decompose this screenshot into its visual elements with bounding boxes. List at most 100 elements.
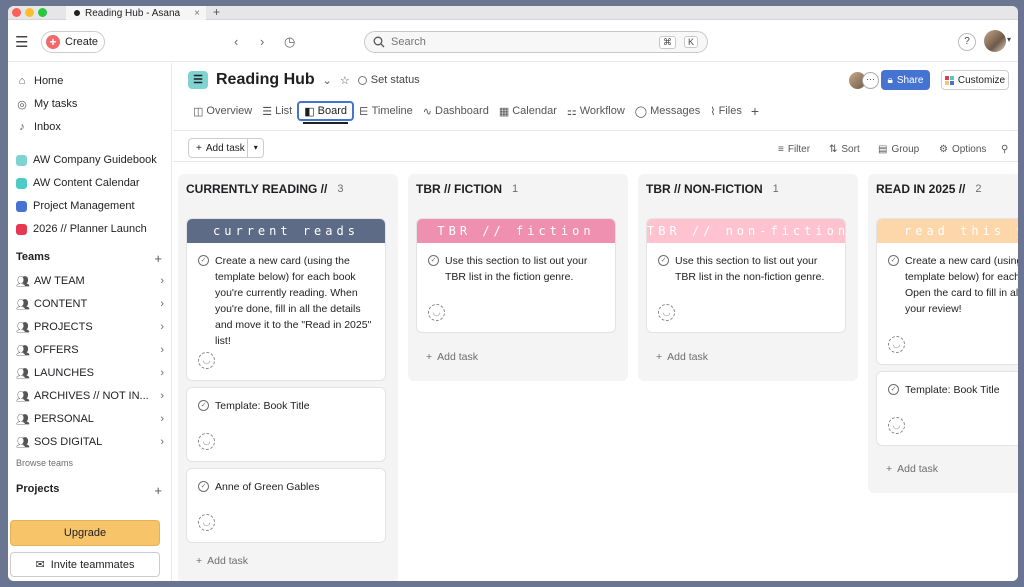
share-button[interactable]: 🔒︎ Share <box>881 70 930 90</box>
task-card[interactable]: read this y ✓ Create a new card (using th… <box>876 218 1018 365</box>
search-input[interactable] <box>391 36 651 48</box>
chevron-right-icon[interactable]: › <box>160 367 164 379</box>
close-tab-icon[interactable]: × <box>194 8 200 19</box>
tab-files[interactable]: ⌇ Files <box>705 101 747 121</box>
hamburger-menu-icon[interactable]: ☰ <box>15 33 28 51</box>
add-project-plus-icon[interactable]: + <box>154 483 162 498</box>
close-window-button[interactable] <box>12 8 21 17</box>
upgrade-button[interactable]: Upgrade <box>10 520 160 546</box>
tab-timeline[interactable]: ⋿ Timeline <box>354 101 418 121</box>
chevron-right-icon[interactable]: › <box>160 390 164 402</box>
sidebar-item-my-tasks[interactable]: ◎ My tasks <box>16 94 164 114</box>
complete-check-icon[interactable]: ✓ <box>658 255 669 266</box>
complete-check-icon[interactable]: ✓ <box>198 481 209 492</box>
sidebar-team-item[interactable]: 👥︎ PERSONAL › <box>16 409 164 429</box>
tab-workflow[interactable]: ⚏ Workflow <box>562 101 630 121</box>
complete-check-icon[interactable]: ✓ <box>198 255 209 266</box>
tab-list[interactable]: ☰ List <box>257 101 297 121</box>
assignee-placeholder-icon[interactable]: ◡ <box>198 514 215 531</box>
assignee-placeholder-icon[interactable]: ◡ <box>198 352 215 369</box>
column-header[interactable]: TBR // NON-FICTION 1 <box>646 173 779 205</box>
add-tab-plus-icon[interactable]: + <box>751 103 759 119</box>
chevron-right-icon[interactable]: › <box>160 321 164 333</box>
chevron-right-icon[interactable]: › <box>160 436 164 448</box>
filter-button[interactable]: ≡ Filter <box>778 144 810 155</box>
column-add-task[interactable]: + Add task <box>886 463 938 475</box>
user-avatar[interactable] <box>984 30 1006 52</box>
chevron-down-icon[interactable]: ▾ <box>1007 35 1011 44</box>
set-status-button[interactable]: Set status <box>357 74 420 86</box>
search-icon[interactable]: ⚲ <box>1001 144 1008 155</box>
sidebar-project-project-management[interactable]: Project Management <box>16 196 164 216</box>
assignee-placeholder-icon[interactable]: ◡ <box>888 417 905 434</box>
sidebar-team-item[interactable]: 👥︎ CONTENT › <box>16 294 164 314</box>
chevron-right-icon[interactable]: › <box>160 298 164 310</box>
sidebar-item-home[interactable]: ⌂ Home <box>16 71 164 91</box>
browse-teams-link[interactable]: Browse teams <box>16 458 73 468</box>
history-clock-icon[interactable]: ◷ <box>284 34 295 50</box>
browser-tab[interactable]: Reading Hub - Asana × <box>66 6 206 20</box>
teams-section-header[interactable]: Teams + <box>16 251 162 266</box>
task-card[interactable]: ✓ Template: Book Title ◡ <box>186 387 386 462</box>
sidebar-team-item[interactable]: 👥︎ AW TEAM › <box>16 271 164 291</box>
tab-overview[interactable]: ◫ Overview <box>188 101 257 121</box>
options-button[interactable]: ⚙ Options <box>939 144 986 155</box>
sidebar-item-inbox[interactable]: ♪ Inbox <box>16 117 164 137</box>
chevron-right-icon[interactable]: › <box>160 275 164 287</box>
task-card[interactable]: ✓ Anne of Green Gables ◡ <box>186 468 386 543</box>
column-add-task[interactable]: + Add task <box>426 351 478 363</box>
task-card[interactable]: ✓ Template: Book Title ◡ <box>876 371 1018 446</box>
assignee-placeholder-icon[interactable]: ◡ <box>888 336 905 353</box>
customize-button[interactable]: Customize <box>941 70 1009 90</box>
add-task-button[interactable]: + Add task ▾ <box>188 138 264 158</box>
column-add-task[interactable]: + Add task <box>656 351 708 363</box>
sidebar-project-aw-company-guidebook[interactable]: AW Company Guidebook <box>16 150 164 170</box>
complete-check-icon[interactable]: ✓ <box>198 400 209 411</box>
sidebar-team-item[interactable]: 👥︎ OFFERS › <box>16 340 164 360</box>
project-title[interactable]: Reading Hub <box>216 71 315 89</box>
assignee-placeholder-icon[interactable]: ◡ <box>658 304 675 321</box>
complete-check-icon[interactable]: ✓ <box>428 255 439 266</box>
create-button[interactable]: + Create <box>41 31 105 53</box>
search-bar[interactable]: ⌘ K <box>364 31 708 53</box>
sidebar-project-aw-content-calendar[interactable]: AW Content Calendar <box>16 173 164 193</box>
sidebar-team-item[interactable]: 👥︎ PROJECTS › <box>16 317 164 337</box>
more-members-icon[interactable]: ··· <box>862 72 879 89</box>
tab-dashboard[interactable]: ∿ Dashboard <box>418 101 494 121</box>
add-task-dropdown-icon[interactable]: ▾ <box>247 139 263 157</box>
column-header[interactable]: READ IN 2025 // 2 <box>876 173 982 205</box>
sidebar-team-item[interactable]: 👥︎ LAUNCHES › <box>16 363 164 383</box>
minimize-window-button[interactable] <box>25 8 34 17</box>
members-avatars[interactable]: ··· <box>849 72 881 90</box>
tab-messages[interactable]: ◯ Messages <box>630 101 705 121</box>
projects-section-header[interactable]: Projects + <box>16 483 162 498</box>
help-button[interactable]: ? <box>958 33 976 51</box>
column-header[interactable]: CURRENTLY READING // 3 <box>186 173 343 205</box>
tab-calendar[interactable]: ▦ Calendar <box>494 101 562 121</box>
project-list-icon[interactable]: ☰ <box>188 71 208 89</box>
column-header[interactable]: TBR // FICTION 1 <box>416 173 518 205</box>
forward-arrow-icon[interactable]: › <box>260 34 264 49</box>
complete-check-icon[interactable]: ✓ <box>888 255 899 266</box>
star-icon[interactable]: ☆ <box>340 74 350 87</box>
sidebar-team-item[interactable]: 👥︎ SOS DIGITAL › <box>16 432 164 452</box>
add-team-plus-icon[interactable]: + <box>154 251 162 266</box>
assignee-placeholder-icon[interactable]: ◡ <box>198 433 215 450</box>
column-add-task[interactable]: + Add task <box>196 555 248 567</box>
group-button[interactable]: ▤ Group <box>878 144 919 155</box>
maximize-window-button[interactable] <box>38 8 47 17</box>
task-card[interactable]: TBR // fiction ✓ Use this section to list… <box>416 218 616 333</box>
tab-board[interactable]: ◧ Board <box>297 101 355 124</box>
task-card[interactable]: current reads ✓ Create a new card (using … <box>186 218 386 381</box>
chevron-right-icon[interactable]: › <box>160 413 164 425</box>
task-card[interactable]: TBR // non-fiction ✓ Use this section to … <box>646 218 846 333</box>
chevron-right-icon[interactable]: › <box>160 344 164 356</box>
chevron-down-icon[interactable]: ⌄ <box>323 74 332 87</box>
invite-teammates-button[interactable]: ✉ Invite teammates <box>10 552 160 577</box>
assignee-placeholder-icon[interactable]: ◡ <box>428 304 445 321</box>
complete-check-icon[interactable]: ✓ <box>888 384 899 395</box>
sidebar-project-planner-launch[interactable]: 2026 // Planner Launch <box>16 219 164 239</box>
new-tab-button[interactable]: + <box>213 6 220 19</box>
sort-button[interactable]: ⇅ Sort <box>829 144 860 155</box>
sidebar-team-item[interactable]: 👥︎ ARCHIVES // NOT IN... › <box>16 386 164 406</box>
